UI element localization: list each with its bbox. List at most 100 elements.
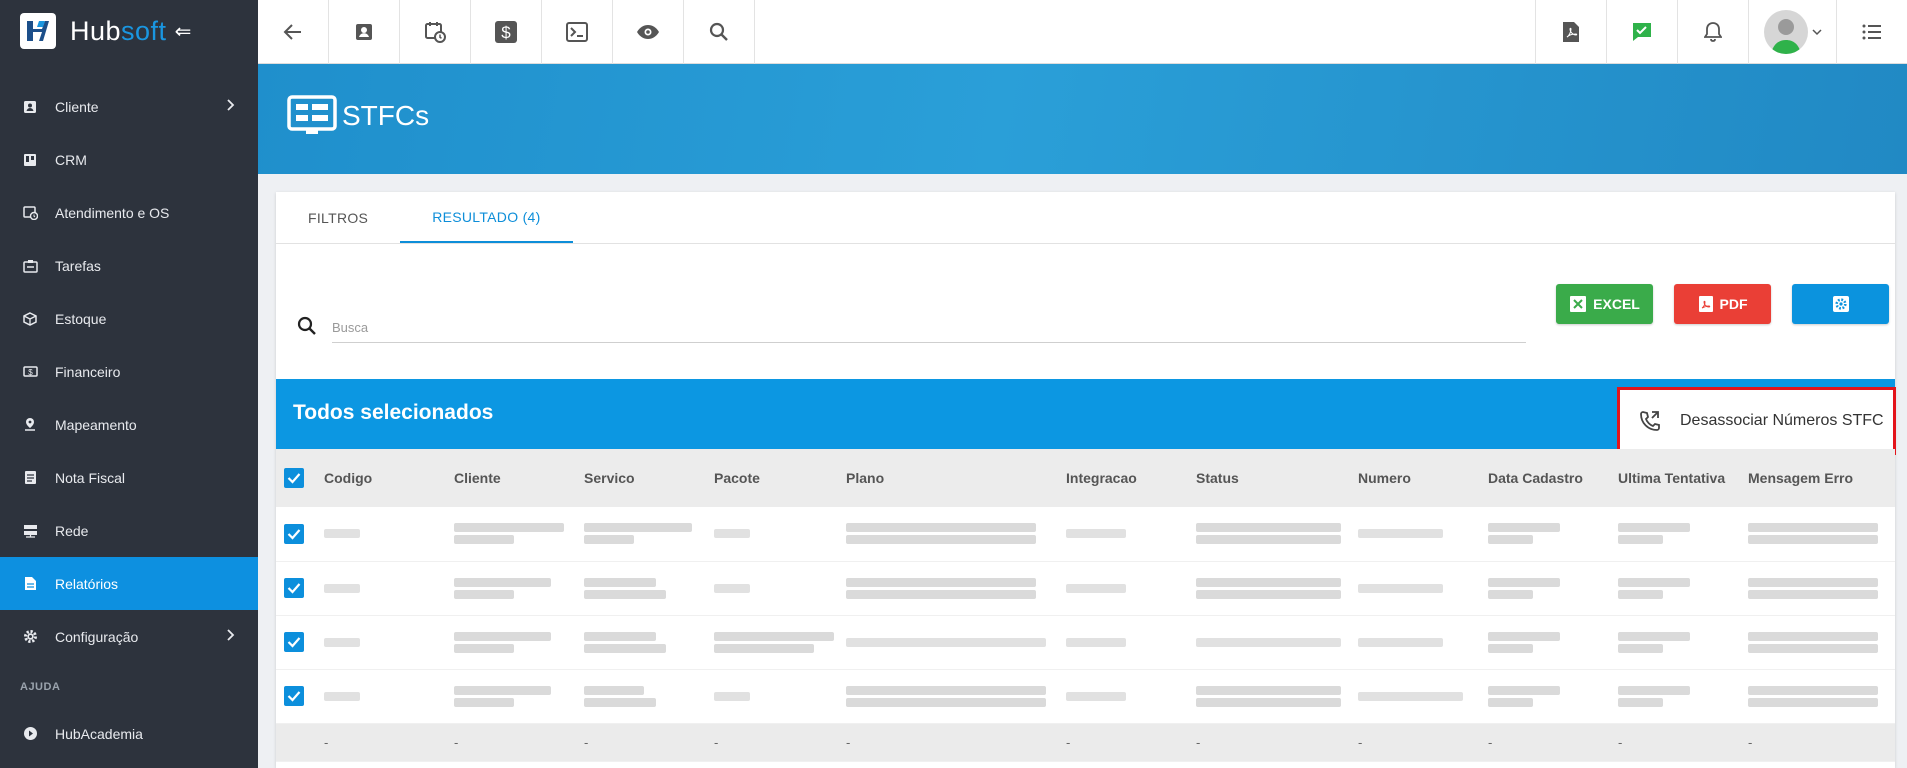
column-header-pacote[interactable]: Pacote	[702, 449, 834, 507]
sidebar-item-rede[interactable]: Rede	[0, 504, 258, 557]
cell-cliente	[442, 615, 572, 670]
sidebar-item-label: Configuração	[55, 628, 139, 645]
clients-shortcut-button[interactable]	[329, 0, 400, 64]
row-checkbox[interactable]	[276, 669, 312, 724]
checkbox-checked-icon	[284, 686, 304, 706]
cell-pacote	[702, 669, 834, 724]
cell-integracao	[1054, 669, 1184, 724]
dollar-icon: $	[495, 21, 517, 43]
sidebar-item-configuracao[interactable]: Configuração	[0, 610, 258, 663]
column-header-cliente[interactable]: Cliente	[442, 449, 572, 507]
terminal-shortcut-button[interactable]	[542, 0, 613, 64]
search-input[interactable]	[332, 313, 1526, 343]
sidebar-item-tarefas[interactable]: Tarefas	[0, 239, 258, 292]
back-button[interactable]	[258, 0, 329, 64]
finance-shortcut-button[interactable]: $	[471, 0, 542, 64]
sidebar-item-estoque[interactable]: Estoque	[0, 292, 258, 345]
chat-check-icon	[1633, 23, 1651, 41]
tab-resultado[interactable]: RESULTADO (4)	[400, 192, 573, 243]
bell-icon	[1704, 22, 1722, 42]
cell-plano	[834, 507, 1054, 562]
calendar-clock-icon	[425, 22, 446, 43]
brand[interactable]: Hubsoft ⇐	[0, 0, 258, 62]
row-checkbox[interactable]	[276, 561, 312, 616]
sidebar-item-label: Estoque	[55, 310, 107, 327]
column-header-ultima-tentativa[interactable]: Ultima Tentativa	[1606, 449, 1736, 507]
cell-plano	[834, 561, 1054, 616]
checkbox-checked-icon	[284, 523, 304, 544]
cell-codigo	[312, 507, 442, 562]
table-row	[276, 615, 1895, 670]
cell-footer: -	[1346, 723, 1476, 762]
gear-icon	[22, 629, 38, 645]
sidebar-item-hubacademia[interactable]: HubAcademia	[0, 707, 258, 760]
pdf-file-icon	[1698, 296, 1713, 312]
column-header-numero[interactable]: Numero	[1346, 449, 1476, 507]
pdf-shortcut-button[interactable]	[1535, 0, 1606, 64]
checkbox-checked-icon	[284, 468, 304, 488]
sidebar-item-crm[interactable]: CRM	[0, 133, 258, 186]
checkbox-checked-icon	[284, 578, 304, 598]
task-icon	[22, 258, 38, 274]
sidebar-item-mapeamento[interactable]: Mapeamento	[0, 398, 258, 451]
sidebar-item-label: Financeiro	[55, 363, 121, 380]
collapse-sidebar-icon[interactable]: ⇐	[175, 19, 192, 44]
column-header-plano[interactable]: Plano	[834, 449, 1054, 507]
chat-shortcut-button[interactable]	[1606, 0, 1677, 64]
sidebar-item-cliente[interactable]: Cliente	[0, 80, 258, 133]
eye-icon	[637, 25, 659, 39]
column-header-status[interactable]: Status	[1184, 449, 1346, 507]
tab-filtros[interactable]: FILTROS	[276, 192, 400, 243]
server-icon	[22, 523, 38, 539]
columns-settings-button[interactable]	[1792, 284, 1889, 324]
cell-cliente	[442, 669, 572, 724]
cell-status	[1184, 669, 1346, 724]
notifications-button[interactable]	[1677, 0, 1748, 64]
column-header-data-cadastro[interactable]: Data Cadastro	[1476, 449, 1606, 507]
export-pdf-button[interactable]: PDF	[1674, 284, 1771, 324]
column-header-mensagem-erro[interactable]: Mensagem Erro	[1736, 449, 1895, 507]
topbar: $	[258, 0, 1907, 64]
row-checkbox[interactable]	[276, 615, 312, 670]
schedule-shortcut-button[interactable]	[400, 0, 471, 64]
view-shortcut-button[interactable]	[613, 0, 684, 64]
menu-button[interactable]	[1836, 0, 1907, 64]
sidebar-item-nota-fiscal[interactable]: Nota Fiscal	[0, 451, 258, 504]
row-checkbox[interactable]	[276, 507, 312, 562]
chevron-right-icon	[227, 629, 235, 641]
report-icon	[22, 576, 38, 592]
search-shortcut-button[interactable]	[684, 0, 755, 64]
checkbox-checked-icon	[284, 632, 304, 652]
stfc-table: Codigo Cliente Servico Pacote Plano Inte…	[276, 449, 1895, 762]
select-all-checkbox[interactable]	[276, 449, 312, 507]
export-excel-button[interactable]: EXCEL	[1556, 284, 1653, 324]
sidebar-item-relatorios[interactable]: Relatórios	[0, 557, 258, 610]
cell-footer: -	[1184, 723, 1346, 762]
column-header-codigo[interactable]: Codigo	[312, 449, 442, 507]
tabs: FILTROS RESULTADO (4)	[276, 192, 1895, 244]
hubsoft-logo-icon	[20, 13, 56, 49]
brand-name-soft: soft	[121, 15, 167, 46]
invoice-icon	[22, 470, 38, 486]
cell-numero	[1346, 561, 1476, 616]
column-header-servico[interactable]: Servico	[572, 449, 702, 507]
cell-pacote	[702, 615, 834, 670]
desassociar-numeros-stfc-action[interactable]: Desassociar Números STFC	[1617, 387, 1896, 455]
cell-data-cadastro	[1476, 669, 1606, 724]
cell-servico	[572, 669, 702, 724]
sidebar-item-atendimento-os[interactable]: Atendimento e OS	[0, 186, 258, 239]
column-header-integracao[interactable]: Integracao	[1054, 449, 1184, 507]
cell-ultima-tentativa	[1606, 507, 1736, 562]
cell-mensagem-erro	[1736, 615, 1895, 670]
box-icon	[22, 311, 38, 327]
cell-data-cadastro	[1476, 615, 1606, 670]
chevron-down-icon	[1811, 29, 1822, 36]
sidebar-item-financeiro[interactable]: $ Financeiro	[0, 345, 258, 398]
sidebar-item-label: Relatórios	[55, 575, 119, 592]
topbar-right	[1535, 0, 1907, 64]
cell-numero	[1346, 615, 1476, 670]
excel-icon	[1570, 296, 1587, 312]
avatar	[1763, 10, 1808, 54]
user-menu-button[interactable]	[1748, 0, 1836, 64]
cell-footer: -	[572, 723, 702, 762]
